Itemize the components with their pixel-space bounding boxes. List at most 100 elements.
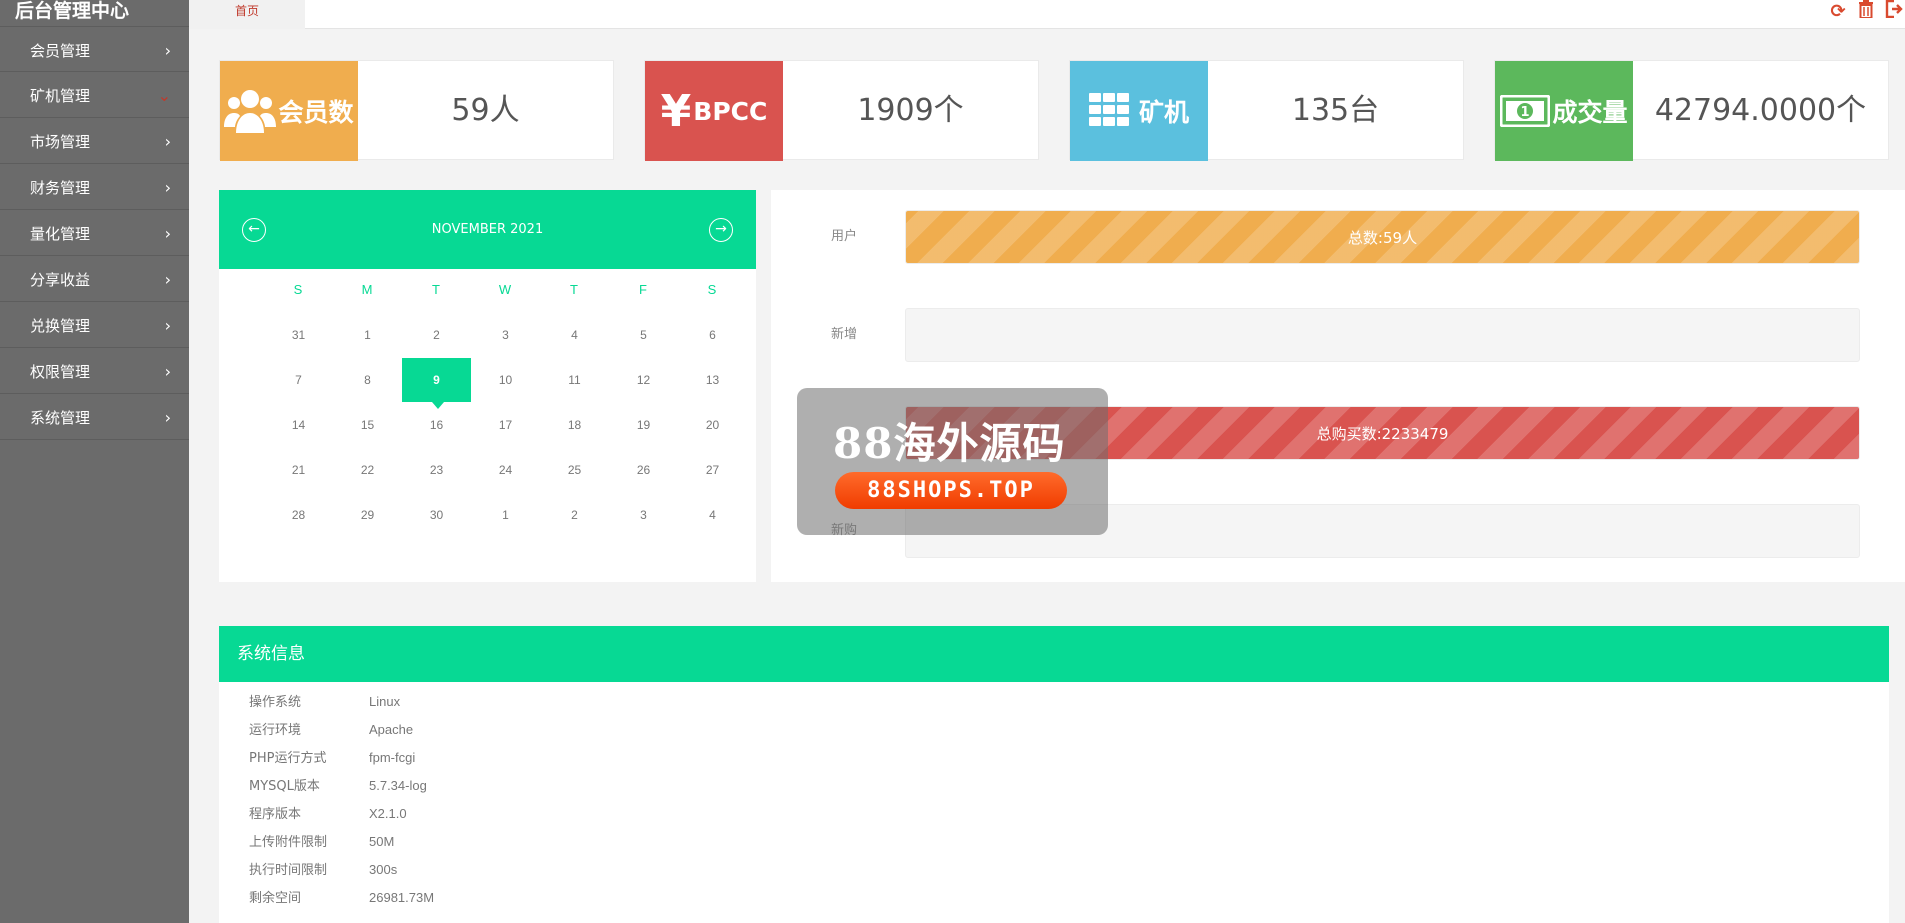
sidebar-item-label: 分享收益 [30,271,91,289]
stat-card-members: 会员数 59人 [219,60,614,161]
chevron-right-icon: › [164,362,171,381]
sidebar-item-label: 矿机管理 [30,87,91,105]
chevron-right-icon: › [164,316,171,335]
calendar-day[interactable]: 4 [678,493,747,537]
system-info-row: 程序版本 X2.1.0 [249,800,407,828]
calendar-day[interactable]: 30 [402,493,471,537]
system-info-row: 操作系统 Linux [249,688,400,716]
info-key: 程序版本 [249,807,302,822]
calendar-day[interactable]: 29 [333,493,402,537]
calendar-day[interactable]: 23 [402,448,471,492]
info-value: 50M [369,834,395,849]
calendar-day[interactable]: 11 [540,358,609,402]
calendar-day[interactable]: 14 [264,403,333,447]
calendar-day[interactable]: 6 [678,313,747,357]
calendar-day[interactable]: 2 [402,313,471,357]
calendar-day[interactable]: 22 [333,448,402,492]
sidebar-item-label: 量化管理 [30,225,91,243]
progress-fill: 总数:59人 [906,211,1859,263]
stat-card-miners: 矿机 135台 [1069,60,1464,161]
calendar-day[interactable]: 18 [540,403,609,447]
sidebar-item-label: 市场管理 [30,133,91,151]
stat-icon-block: 1 成交量 [1495,61,1633,161]
sidebar-item-market[interactable]: 市场管理 › [0,118,189,164]
sidebar-item-members[interactable]: 会员管理 › [0,26,189,72]
weekday-label: T [432,282,440,297]
info-key: PHP运行方式 [249,751,327,766]
chevron-down-icon: ⌄ [157,86,171,105]
weekday-label: S [707,282,717,297]
calendar-day[interactable]: 4 [540,313,609,357]
trash-icon[interactable] [1855,0,1877,23]
calendar-day[interactable]: 1 [333,313,402,357]
info-value: 5.7.34-log [369,778,427,793]
calendar-day[interactable]: 19 [609,403,678,447]
sidebar-item-exchange[interactable]: 兑换管理 › [0,302,189,348]
calendar-day[interactable]: 31 [264,313,333,357]
tab-home[interactable]: 首页 [189,0,305,29]
calendar-day[interactable]: 17 [471,403,540,447]
stat-value: 42794.0000个 [1654,93,1867,128]
weekday-label: M [361,282,373,297]
system-info-row: MYSQL版本 5.7.34-log [249,772,427,800]
calendar-day[interactable]: 15 [333,403,402,447]
sidebar-item-label: 系统管理 [30,409,91,427]
stat-icon-block: 矿机 [1070,61,1208,161]
info-value: 26981.73M [369,890,435,905]
calendar-day[interactable]: 3 [609,493,678,537]
sidebar-item-finance[interactable]: 财务管理 › [0,164,189,210]
refresh-icon[interactable]: ⟳ [1827,1,1849,22]
calendar-day[interactable]: 9 [402,358,471,409]
calendar-day[interactable]: 25 [540,448,609,492]
calendar-day[interactable]: 5 [609,313,678,357]
svg-text:1: 1 [1521,105,1530,120]
sidebar-item-share-income[interactable]: 分享收益 › [0,256,189,302]
weekday-label: S [293,282,303,297]
progress-row-users: 用户 总数:59人 [771,210,1905,264]
sidebar-item-label: 会员管理 [30,42,91,60]
stat-icon-block: ¥ BPCC [645,61,783,161]
users-icon [224,90,277,133]
calendar-day[interactable]: 12 [609,358,678,402]
stat-icon-block: 会员数 [220,61,358,161]
info-value: X2.1.0 [369,806,407,821]
calendar-day[interactable]: 1 [471,493,540,537]
calendar-day[interactable]: 7 [264,358,333,402]
progress-track [905,308,1860,362]
sidebar-item-label: 权限管理 [30,363,91,381]
calendar-day[interactable]: 2 [540,493,609,537]
calendar-day[interactable]: 28 [264,493,333,537]
calendar-month: NOVEMBER 2021 [431,222,544,237]
arrow-right-icon: → [715,221,727,237]
system-info-panel: 系统信息 操作系统 Linux 运行环境 Apache PHP运行方式 fpm-fcg… [219,626,1889,923]
stat-label: 会员数 [278,98,354,127]
calendar-day[interactable]: 26 [609,448,678,492]
stat-label: 矿机 [1138,98,1189,127]
sidebar-item-permissions[interactable]: 权限管理 › [0,348,189,394]
logout-icon[interactable] [1883,0,1905,23]
sidebar-item-label: 兑换管理 [30,317,91,335]
calendar-day[interactable]: 8 [333,358,402,402]
weekday-label: T [570,282,578,297]
weekday-label: F [639,282,647,297]
sidebar-item-system[interactable]: 系统管理 › [0,394,189,440]
sidebar-item-miners[interactable]: 矿机管理 ⌄ [0,72,189,118]
calendar-day[interactable]: 13 [678,358,747,402]
calendar-next-button[interactable]: → [709,218,733,242]
info-key: 执行时间限制 [249,863,328,878]
sidebar-item-label: 财务管理 [30,179,91,197]
calendar-day[interactable]: 24 [471,448,540,492]
stat-value: 59人 [451,93,520,128]
app-title: 后台管理中心 [15,0,130,22]
calendar-day[interactable]: 27 [678,448,747,492]
watermark: 88海外源码 88SHOPS.TOP [797,388,1108,535]
calendar-day[interactable]: 3 [471,313,540,357]
system-info-row: 运行环境 Apache [249,716,413,744]
calendar-day[interactable]: 20 [678,403,747,447]
sidebar-item-quant[interactable]: 量化管理 › [0,210,189,256]
calendar-day[interactable]: 10 [471,358,540,402]
info-key: 剩余空间 [249,891,302,906]
calendar-day[interactable]: 16 [402,403,471,447]
calendar-day[interactable]: 21 [264,448,333,492]
calendar-prev-button[interactable]: ← [242,218,266,242]
